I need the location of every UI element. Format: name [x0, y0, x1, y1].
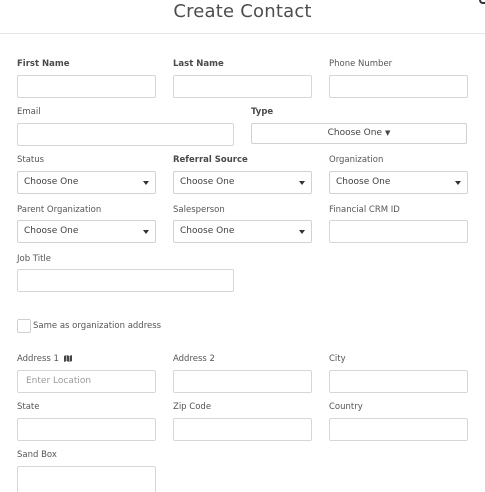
address1-placeholder: Enter Location: [26, 376, 92, 386]
organization-select[interactable]: Choose One: [329, 171, 468, 194]
financial-crm-id-input[interactable]: [329, 220, 468, 243]
last-name-label: Last Name: [173, 59, 224, 69]
financial-crm-id-label: Financial CRM ID: [329, 205, 400, 215]
job-title-input[interactable]: [17, 269, 234, 292]
caret-down-icon: ▼: [385, 129, 391, 137]
type-select-text: Choose One: [327, 128, 383, 138]
last-name-input[interactable]: [173, 75, 312, 98]
organization-select-value: Choose One: [336, 177, 391, 187]
address1-label-wrap: Address 1: [17, 354, 72, 364]
header-bar: Create Contact: [0, 0, 485, 34]
parent-organization-select-value: Choose One: [24, 226, 79, 236]
country-label: Country: [329, 402, 363, 412]
salesperson-select[interactable]: Choose One: [173, 220, 312, 243]
phone-number-input[interactable]: [329, 75, 468, 98]
organization-label: Organization: [329, 155, 384, 165]
state-input[interactable]: [17, 418, 156, 441]
phone-number-label: Phone Number: [329, 59, 393, 69]
chevron-down-icon: [143, 181, 149, 185]
address1-input[interactable]: Enter Location: [17, 370, 156, 393]
type-label: Type: [251, 107, 274, 117]
chevron-down-icon: [455, 181, 461, 185]
status-select-value: Choose One: [24, 177, 79, 187]
chevron-down-icon: [143, 230, 149, 234]
salesperson-select-value: Choose One: [180, 226, 235, 236]
referral-source-select-value: Choose One: [180, 177, 235, 187]
first-name-input[interactable]: [17, 75, 156, 98]
address1-label: Address 1: [17, 354, 59, 364]
zip-code-input[interactable]: [173, 418, 312, 441]
address2-input[interactable]: [173, 370, 312, 393]
city-label: City: [329, 354, 346, 364]
sand-box-input[interactable]: [17, 466, 156, 492]
type-select-value: Choose One ▼: [252, 128, 466, 138]
job-title-label: Job Title: [17, 254, 52, 264]
corner-icon: [479, 0, 485, 4]
salesperson-label: Salesperson: [173, 205, 225, 215]
type-select[interactable]: Choose One ▼: [251, 123, 467, 144]
referral-source-select[interactable]: Choose One: [173, 171, 312, 194]
email-label: Email: [17, 107, 41, 117]
same-as-org-address-checkbox[interactable]: [17, 319, 31, 333]
page-title: Create Contact: [173, 1, 312, 22]
email-input[interactable]: [17, 123, 234, 146]
first-name-label: First Name: [17, 59, 70, 69]
parent-organization-label: Parent Organization: [17, 205, 102, 215]
map-icon: [63, 355, 72, 362]
state-label: State: [17, 402, 40, 412]
status-label: Status: [17, 155, 45, 165]
country-input[interactable]: [329, 418, 468, 441]
chevron-down-icon: [299, 181, 305, 185]
zip-code-label: Zip Code: [173, 402, 212, 412]
address2-label: Address 2: [173, 354, 215, 364]
city-input[interactable]: [329, 370, 468, 393]
referral-source-label: Referral Source: [173, 155, 248, 165]
same-as-org-address-label[interactable]: Same as organization address: [33, 321, 161, 331]
status-select[interactable]: Choose One: [17, 171, 156, 194]
sand-box-label: Sand Box: [17, 450, 57, 460]
chevron-down-icon: [299, 230, 305, 234]
parent-organization-select[interactable]: Choose One: [17, 220, 156, 243]
